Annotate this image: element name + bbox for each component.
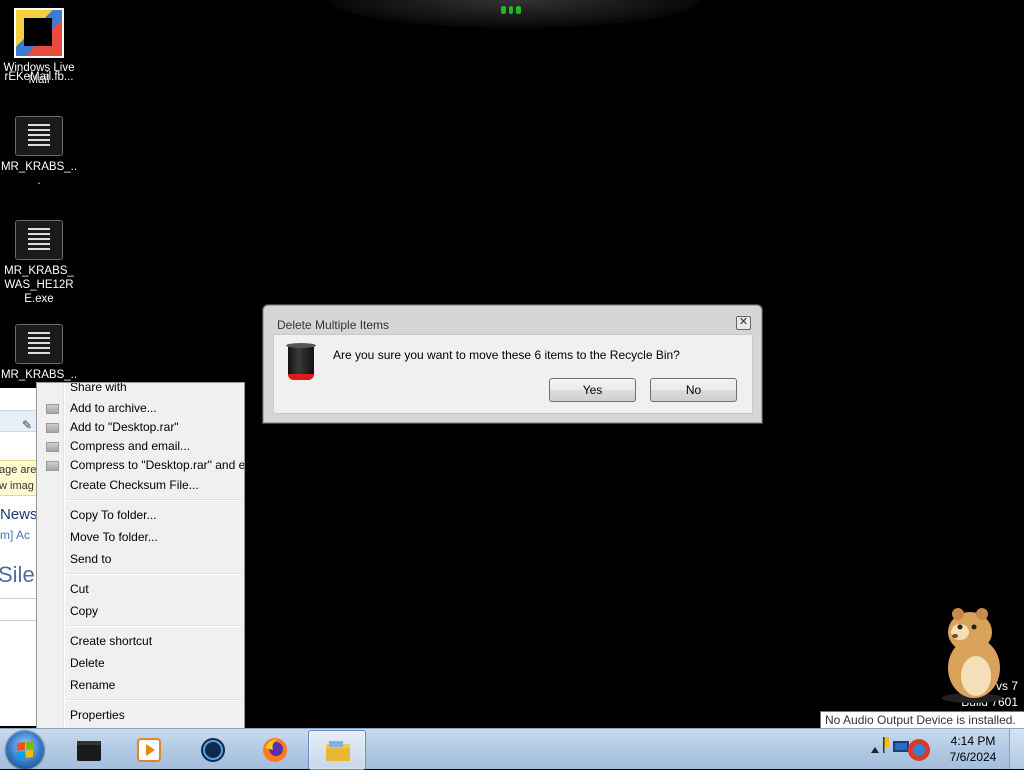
- recycle-bin-icon: [286, 343, 316, 380]
- explorer-icon: [326, 741, 350, 761]
- taskbar-browser[interactable]: [184, 730, 240, 768]
- desktop-icon-label: MR_KRABS_...: [0, 161, 78, 187]
- menu-separator: [67, 573, 241, 575]
- menu-item-label: Compress and email...: [70, 439, 191, 453]
- document-icon: [15, 220, 63, 260]
- menu-item-label: Add to archive...: [70, 401, 157, 415]
- desktop-icon-mr-krabs-exe[interactable]: MR_KRABS_WAS_HE12RE.exe: [0, 220, 78, 306]
- info-bar-line2: w imag: [0, 480, 34, 492]
- menu-item-copy[interactable]: Copy: [37, 601, 244, 621]
- windows-logo-icon: [17, 741, 33, 759]
- divider: [0, 598, 36, 599]
- menu-item-label: Copy: [70, 604, 99, 618]
- menu-item-copy-to-folder[interactable]: Copy To folder...: [37, 505, 244, 525]
- menu-separator: [67, 699, 241, 701]
- menu-item-label: Rename: [70, 678, 116, 692]
- dialog-message: Are you sure you want to move these 6 it…: [333, 348, 680, 362]
- desktop-icon-windows-live-mail[interactable]: Windows Live Mail rEKeMail.fb...: [0, 8, 78, 90]
- taskbar-clock[interactable]: 4:14 PM 7/6/2024: [942, 733, 1004, 765]
- start-button[interactable]: [6, 731, 44, 769]
- no-button[interactable]: No: [650, 378, 737, 402]
- news-heading: News: [0, 506, 36, 523]
- pencil-icon: ✎: [22, 418, 33, 432]
- menu-item-label: Delete: [70, 656, 105, 670]
- clock-date: 7/6/2024: [949, 750, 997, 764]
- hamster-gadget-icon[interactable]: [938, 606, 1006, 704]
- menu-item-rename[interactable]: Rename: [37, 675, 244, 695]
- media-player-icon: [137, 738, 161, 762]
- info-bar: age are w imag: [0, 460, 36, 496]
- winrar-icon: [46, 442, 59, 452]
- menu-item-delete[interactable]: Delete: [37, 653, 244, 673]
- menu-item-create-shortcut[interactable]: Create shortcut: [37, 631, 244, 651]
- menu-item-add-to-desktop-rar[interactable]: Add to "Desktop.rar": [37, 417, 244, 437]
- menu-item-label: Send to: [70, 552, 112, 566]
- dialog-title: Delete Multiple Items: [277, 318, 390, 332]
- menu-item-share-with[interactable]: Share with: [37, 382, 244, 397]
- menu-item-label: Compress to "Desktop.rar" and email: [70, 458, 245, 472]
- desktop-icon-mr-krabs-1[interactable]: MR_KRABS_...: [0, 116, 78, 188]
- menu-separator: [67, 499, 241, 501]
- menu-separator: [67, 625, 241, 627]
- delete-multiple-items-dialog: Delete Multiple Items ✕ Are you sure you…: [263, 305, 762, 423]
- taskbar-media-player[interactable]: [120, 730, 176, 768]
- menu-item-label: Properties: [70, 708, 125, 722]
- desktop-icon-overlay-label: rEKeMail.fb...: [4, 71, 74, 83]
- info-bar-line1: age are: [0, 464, 36, 476]
- system-tray: [866, 729, 942, 769]
- menu-item-compress-to-desktop-rar-email[interactable]: Compress to "Desktop.rar" and email: [37, 455, 244, 475]
- headline-text: Siler: [0, 562, 36, 587]
- close-icon[interactable]: ✕: [736, 316, 751, 330]
- yes-button[interactable]: Yes: [549, 378, 636, 402]
- menu-item-compress-and-email[interactable]: Compress and email...: [37, 436, 244, 456]
- menu-item-label: Add to "Desktop.rar": [70, 420, 179, 434]
- terminal-icon: [77, 741, 101, 761]
- firefox-icon: [263, 738, 287, 762]
- taskbar: 4:14 PM 7/6/2024: [0, 728, 1024, 770]
- menu-item-send-to[interactable]: Send to: [37, 549, 244, 569]
- context-menu: Share with Add to archive... Add to "Des…: [36, 382, 245, 729]
- background-browser-window[interactable]: ✎ age are w imag News m] Ac Siler: [0, 388, 36, 726]
- status-dot-icon: [501, 6, 522, 16]
- menu-item-label: Move To folder...: [70, 530, 158, 544]
- document-icon: [15, 324, 63, 364]
- winrar-icon: [46, 461, 59, 471]
- dialog-body: Are you sure you want to move these 6 it…: [273, 334, 753, 414]
- divider: [0, 620, 36, 621]
- clock-time: 4:14 PM: [950, 734, 996, 748]
- menu-item-cut[interactable]: Cut: [37, 579, 244, 599]
- menu-item-label: Create Checksum File...: [70, 478, 199, 492]
- menu-item-label: Copy To folder...: [70, 508, 157, 522]
- windows-live-mail-icon: [14, 8, 64, 58]
- winrar-icon: [46, 423, 59, 433]
- winrar-icon: [46, 404, 59, 414]
- volume-muted-icon[interactable]: [906, 737, 932, 763]
- show-desktop-button[interactable]: [1009, 729, 1024, 769]
- menu-item-move-to-folder[interactable]: Move To folder...: [37, 527, 244, 547]
- menu-item-label: Cut: [70, 582, 89, 596]
- news-links[interactable]: m] Ac: [0, 528, 30, 542]
- show-hidden-icons-icon[interactable]: [868, 739, 882, 759]
- menu-item-label: Share with: [70, 382, 127, 394]
- taskbar-terminal[interactable]: [60, 730, 116, 768]
- flag-notification-icon[interactable]: [882, 735, 890, 755]
- menu-item-label: Create shortcut: [70, 634, 153, 648]
- browser-globe-icon: [201, 738, 225, 762]
- taskbar-explorer[interactable]: [308, 730, 366, 770]
- menu-item-create-checksum[interactable]: Create Checksum File...: [37, 475, 244, 495]
- document-icon: [15, 116, 63, 156]
- menu-item-properties[interactable]: Properties: [37, 705, 244, 725]
- menu-item-add-to-archive[interactable]: Add to archive...: [37, 398, 244, 418]
- taskbar-firefox[interactable]: [246, 730, 302, 768]
- desktop-icon-label: MR_KRABS_WAS_HE12RE.exe: [4, 265, 74, 305]
